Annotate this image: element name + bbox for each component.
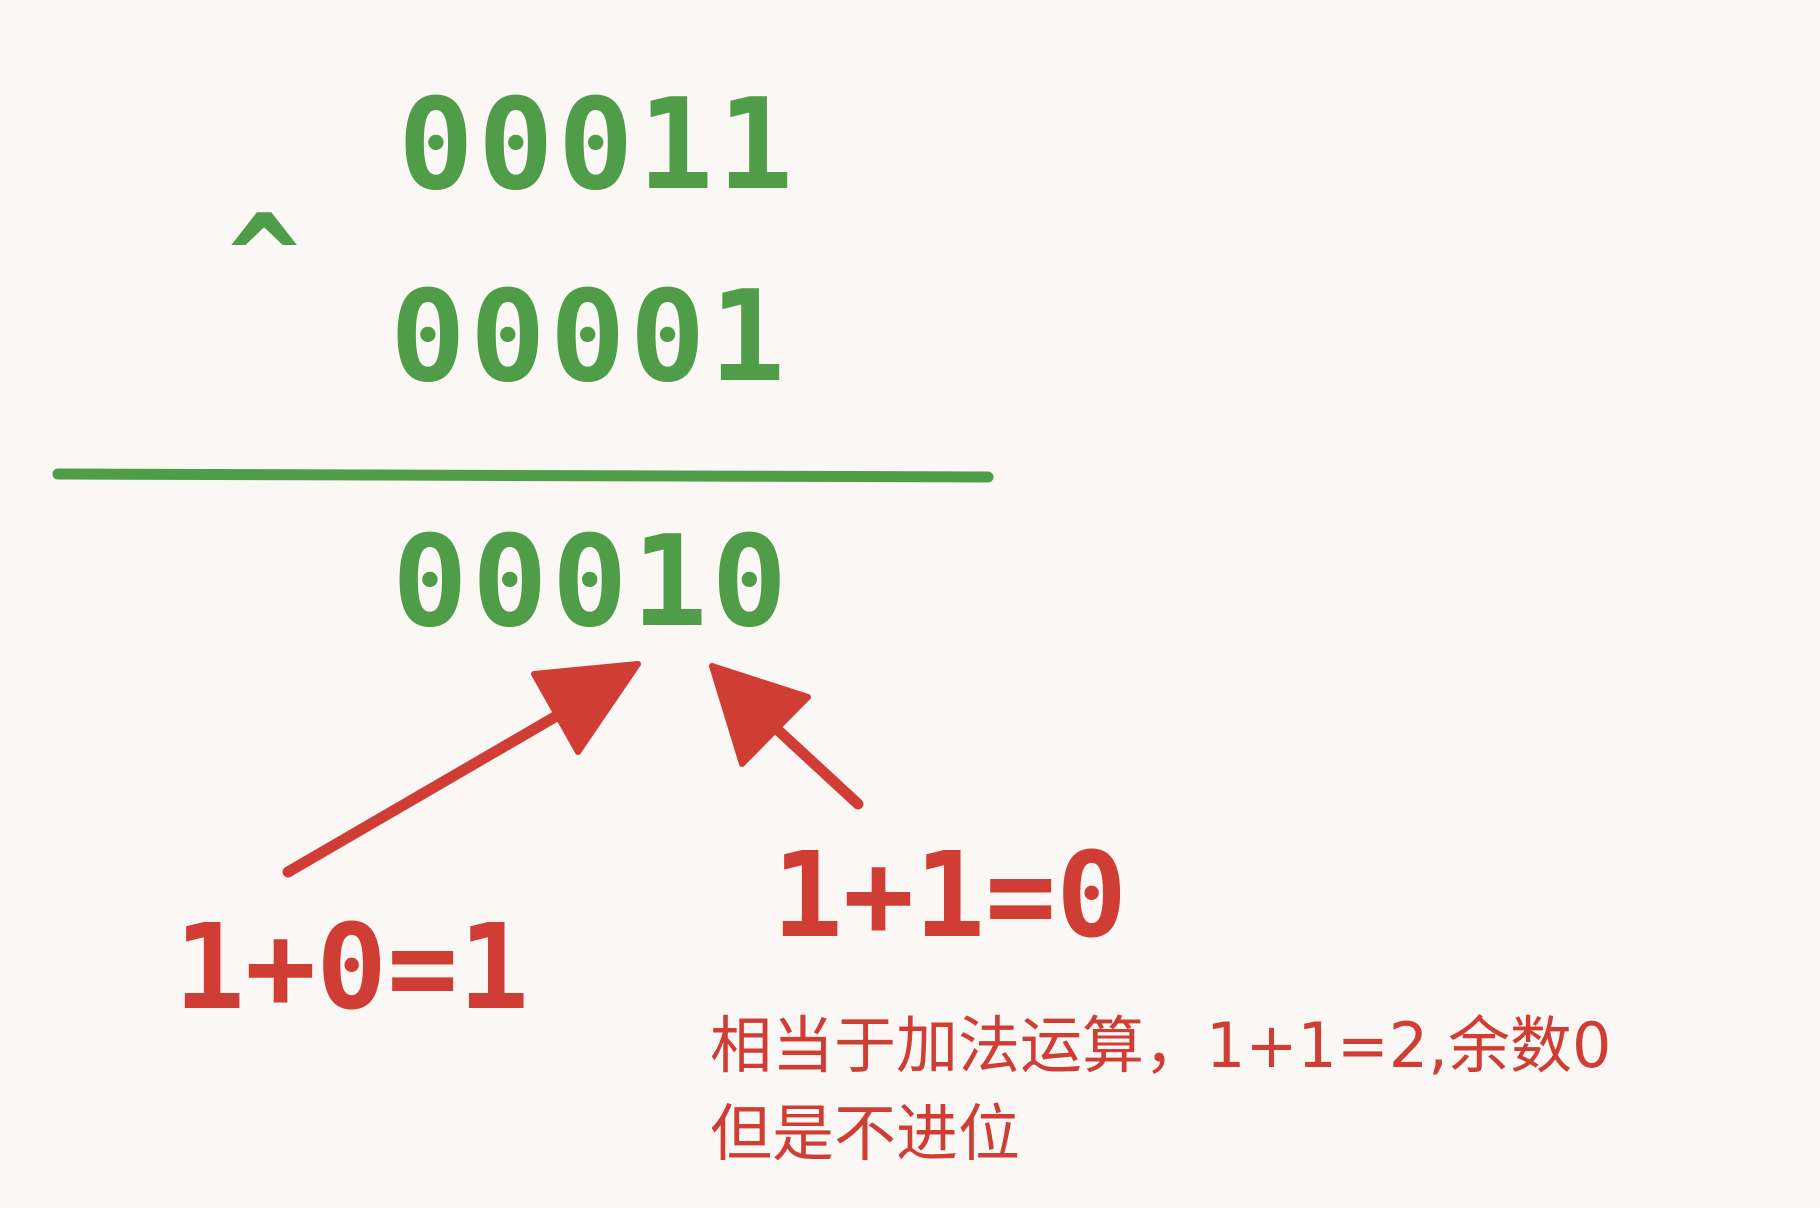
result-divider-line — [52, 468, 994, 483]
left-arrow-shaft — [282, 708, 566, 878]
left-arrowhead — [531, 661, 641, 755]
operand-1: 00011 — [398, 71, 798, 218]
xor-result: 00010 — [392, 508, 792, 655]
right-arrow-shaft — [774, 726, 864, 810]
note-line-2: 但是不进位 — [710, 1097, 1021, 1170]
annotation-left: 1+0=1 — [174, 898, 530, 1036]
annotation-right: 1+1=0 — [772, 826, 1128, 964]
diagram-canvas: 00011 ^ 00001 00010 1+0=1 1+1=0 相当于加法运算，… — [0, 0, 1820, 1208]
xor-operator: ^ — [228, 190, 301, 329]
explanation-note: 相当于加法运算，1+1=2,余数0 但是不进位 — [710, 1002, 1611, 1178]
operand-2: 00001 — [390, 263, 790, 410]
note-line-1: 相当于加法运算，1+1=2,余数0 — [710, 1009, 1612, 1082]
